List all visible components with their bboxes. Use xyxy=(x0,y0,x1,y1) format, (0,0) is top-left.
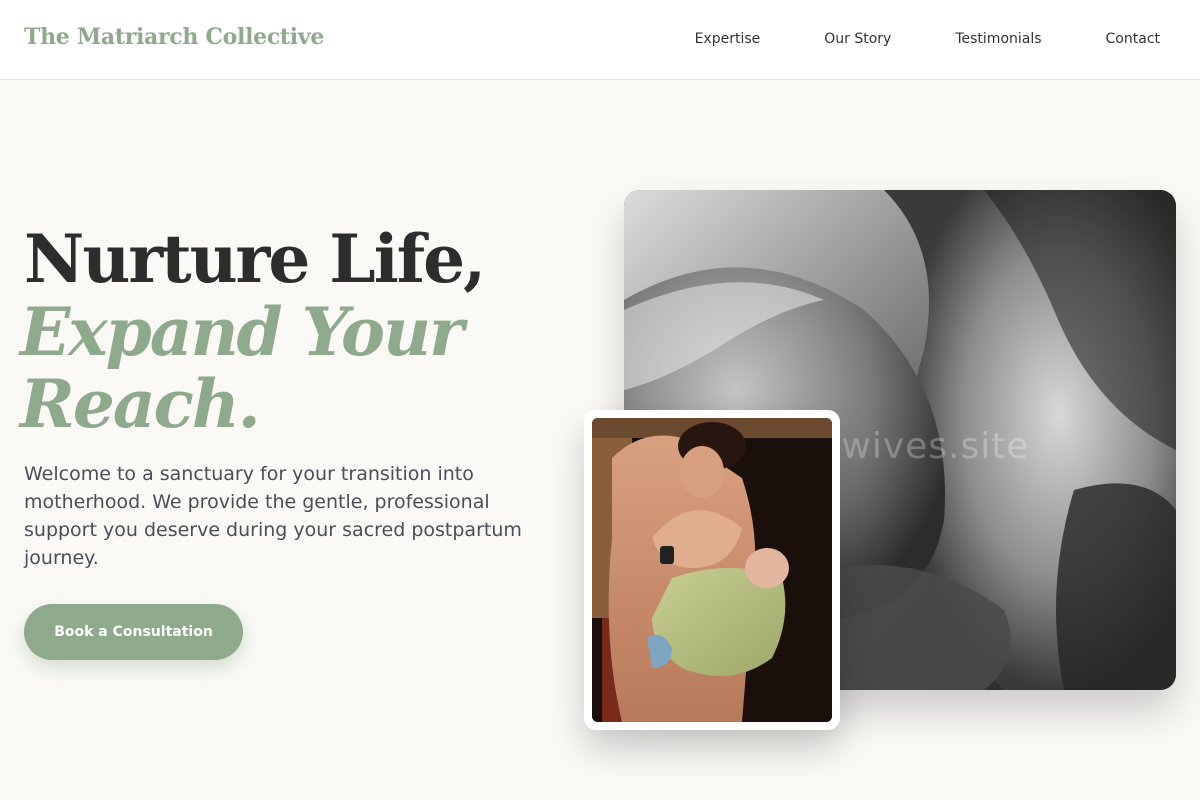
hero-secondary-photo xyxy=(592,418,832,722)
hero-secondary-photo-frame xyxy=(584,410,840,730)
nav-link-contact[interactable]: Contact xyxy=(1106,31,1160,47)
main-nav: Expertise Our Story Testimonials Contact xyxy=(695,31,1160,47)
brand-logo[interactable]: The Matriarch Collective xyxy=(24,24,324,50)
book-consultation-button[interactable]: Book a Consultation xyxy=(24,604,243,660)
nav-link-testimonials[interactable]: Testimonials xyxy=(955,31,1041,47)
nav-link-our-story[interactable]: Our Story xyxy=(824,31,891,47)
site-header: The Matriarch Collective Expertise Our S… xyxy=(0,0,1200,80)
hero-title-line2: Expand Your Reach. xyxy=(20,293,464,443)
hero-title-line1: Nurture Life, xyxy=(24,220,486,298)
hero-title: Nurture Life, Expand Your Reach. xyxy=(20,220,584,440)
mother-nursing-color-photo xyxy=(592,418,832,722)
hero-intro-text: Welcome to a sanctuary for your transiti… xyxy=(24,463,522,569)
nav-link-expertise[interactable]: Expertise xyxy=(695,31,761,47)
